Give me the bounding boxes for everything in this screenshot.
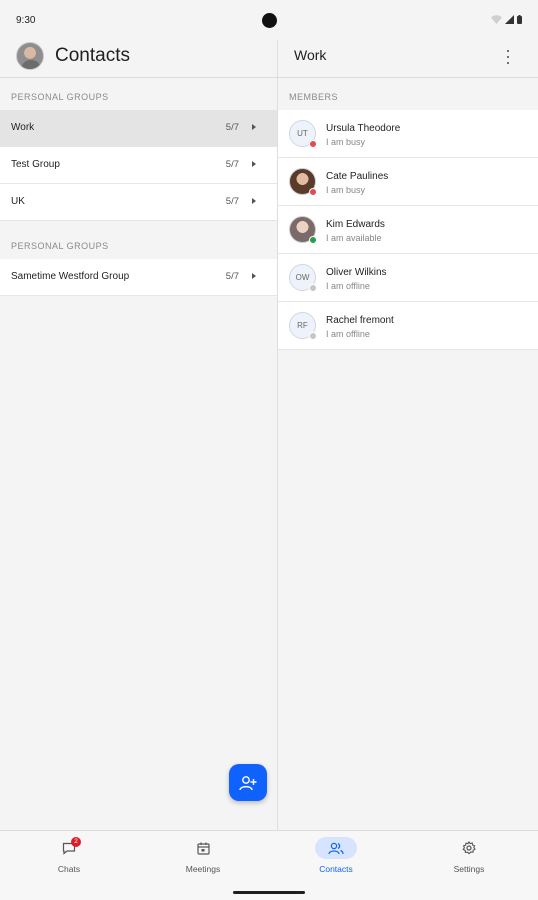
group-detail-pane: Work MEMBERS UT Ursula Theodore I am bus…	[278, 40, 538, 830]
member-name: Cate Paulines	[326, 171, 389, 182]
nav-chats[interactable]: 2 Chats	[2, 837, 136, 874]
member-row[interactable]: OW Oliver Wilkins I am offline	[278, 254, 538, 302]
group-row-uk[interactable]: UK 5/7	[0, 184, 277, 221]
bottom-navigation: 2 Chats Meetings Contacts Settings	[0, 830, 538, 900]
member-status: I am busy	[326, 185, 366, 195]
battery-icon	[517, 15, 522, 24]
member-status: I am available	[326, 233, 382, 243]
presence-busy-icon	[309, 188, 317, 196]
avatar-initials: UT	[297, 129, 308, 138]
member-name: Oliver Wilkins	[326, 267, 387, 278]
avatar: OW	[289, 264, 317, 292]
group-list: Sametime Westford Group 5/7	[0, 259, 277, 296]
group-count: 5/7	[225, 122, 239, 133]
group-row-sametime-westford[interactable]: Sametime Westford Group 5/7	[0, 259, 277, 296]
member-name: Ursula Theodore	[326, 123, 401, 134]
member-name: Kim Edwards	[326, 219, 385, 230]
avatar: UT	[289, 120, 317, 148]
member-status: I am offline	[326, 281, 370, 291]
home-indicator	[233, 891, 305, 894]
member-row[interactable]: Kim Edwards I am available	[278, 206, 538, 254]
page-title: Contacts	[55, 45, 130, 66]
group-count: 5/7	[225, 271, 239, 282]
status-icons	[491, 15, 522, 24]
group-row-work[interactable]: Work 5/7	[0, 110, 277, 147]
member-status: I am busy	[326, 137, 366, 147]
group-name: Test Group	[11, 159, 60, 170]
status-bar: 9:30	[0, 0, 538, 40]
group-row-test-group[interactable]: Test Group 5/7	[0, 147, 277, 184]
member-name: Rachel fremont	[326, 315, 394, 326]
unread-badge: 2	[71, 837, 81, 847]
group-count: 5/7	[225, 196, 239, 207]
wifi-icon	[491, 15, 502, 24]
more-options-icon[interactable]	[506, 50, 510, 64]
chevron-right-icon	[252, 124, 256, 130]
member-status: I am offline	[326, 329, 370, 339]
nav-settings[interactable]: Settings	[402, 837, 536, 874]
avatar-initials: OW	[295, 273, 310, 282]
nav-label: Meetings	[185, 864, 221, 874]
presence-available-icon	[309, 236, 317, 244]
avatar: RF	[289, 312, 317, 340]
group-list: Work 5/7 Test Group 5/7 UK 5/7	[0, 110, 277, 221]
user-avatar[interactable]	[16, 42, 44, 70]
contacts-pane: Contacts PERSONAL GROUPS Work 5/7 Test G…	[0, 40, 277, 830]
nav-label: Settings	[453, 864, 485, 874]
chevron-right-icon	[252, 273, 256, 279]
nav-label: Contacts	[319, 864, 353, 874]
nav-label: Chats	[57, 864, 81, 874]
presence-busy-icon	[309, 140, 317, 148]
add-person-icon	[239, 775, 257, 790]
avatar	[289, 168, 317, 196]
nav-meetings[interactable]: Meetings	[136, 837, 270, 874]
group-count: 5/7	[225, 159, 239, 170]
group-detail-header: Work	[278, 40, 538, 78]
signal-icon	[505, 15, 514, 24]
member-row[interactable]: RF Rachel fremont I am offline	[278, 302, 538, 350]
member-list: UT Ursula Theodore I am busy Cate Paulin…	[278, 110, 538, 350]
camera-cutout	[262, 13, 277, 28]
presence-offline-icon	[309, 284, 317, 292]
presence-offline-icon	[309, 332, 317, 340]
status-time: 9:30	[16, 15, 36, 26]
contacts-header: Contacts	[0, 40, 277, 78]
avatar	[289, 216, 317, 244]
group-name: Sametime Westford Group	[11, 271, 130, 282]
chevron-right-icon	[252, 198, 256, 204]
group-title: Work	[294, 47, 327, 63]
avatar-initials: RF	[297, 321, 308, 330]
add-contact-button[interactable]	[229, 764, 267, 801]
group-name: UK	[11, 196, 25, 207]
nav-contacts[interactable]: Contacts	[269, 837, 403, 874]
gear-icon	[462, 841, 476, 855]
calendar-icon	[196, 842, 210, 855]
member-row[interactable]: Cate Paulines I am busy	[278, 158, 538, 206]
contacts-icon	[328, 842, 344, 854]
section-label-personal-groups: PERSONAL GROUPS	[11, 241, 109, 251]
section-label-personal-groups: PERSONAL GROUPS	[11, 92, 109, 102]
member-row[interactable]: UT Ursula Theodore I am busy	[278, 110, 538, 158]
group-name: Work	[11, 122, 35, 133]
members-label: MEMBERS	[289, 92, 339, 102]
chevron-right-icon	[252, 161, 256, 167]
